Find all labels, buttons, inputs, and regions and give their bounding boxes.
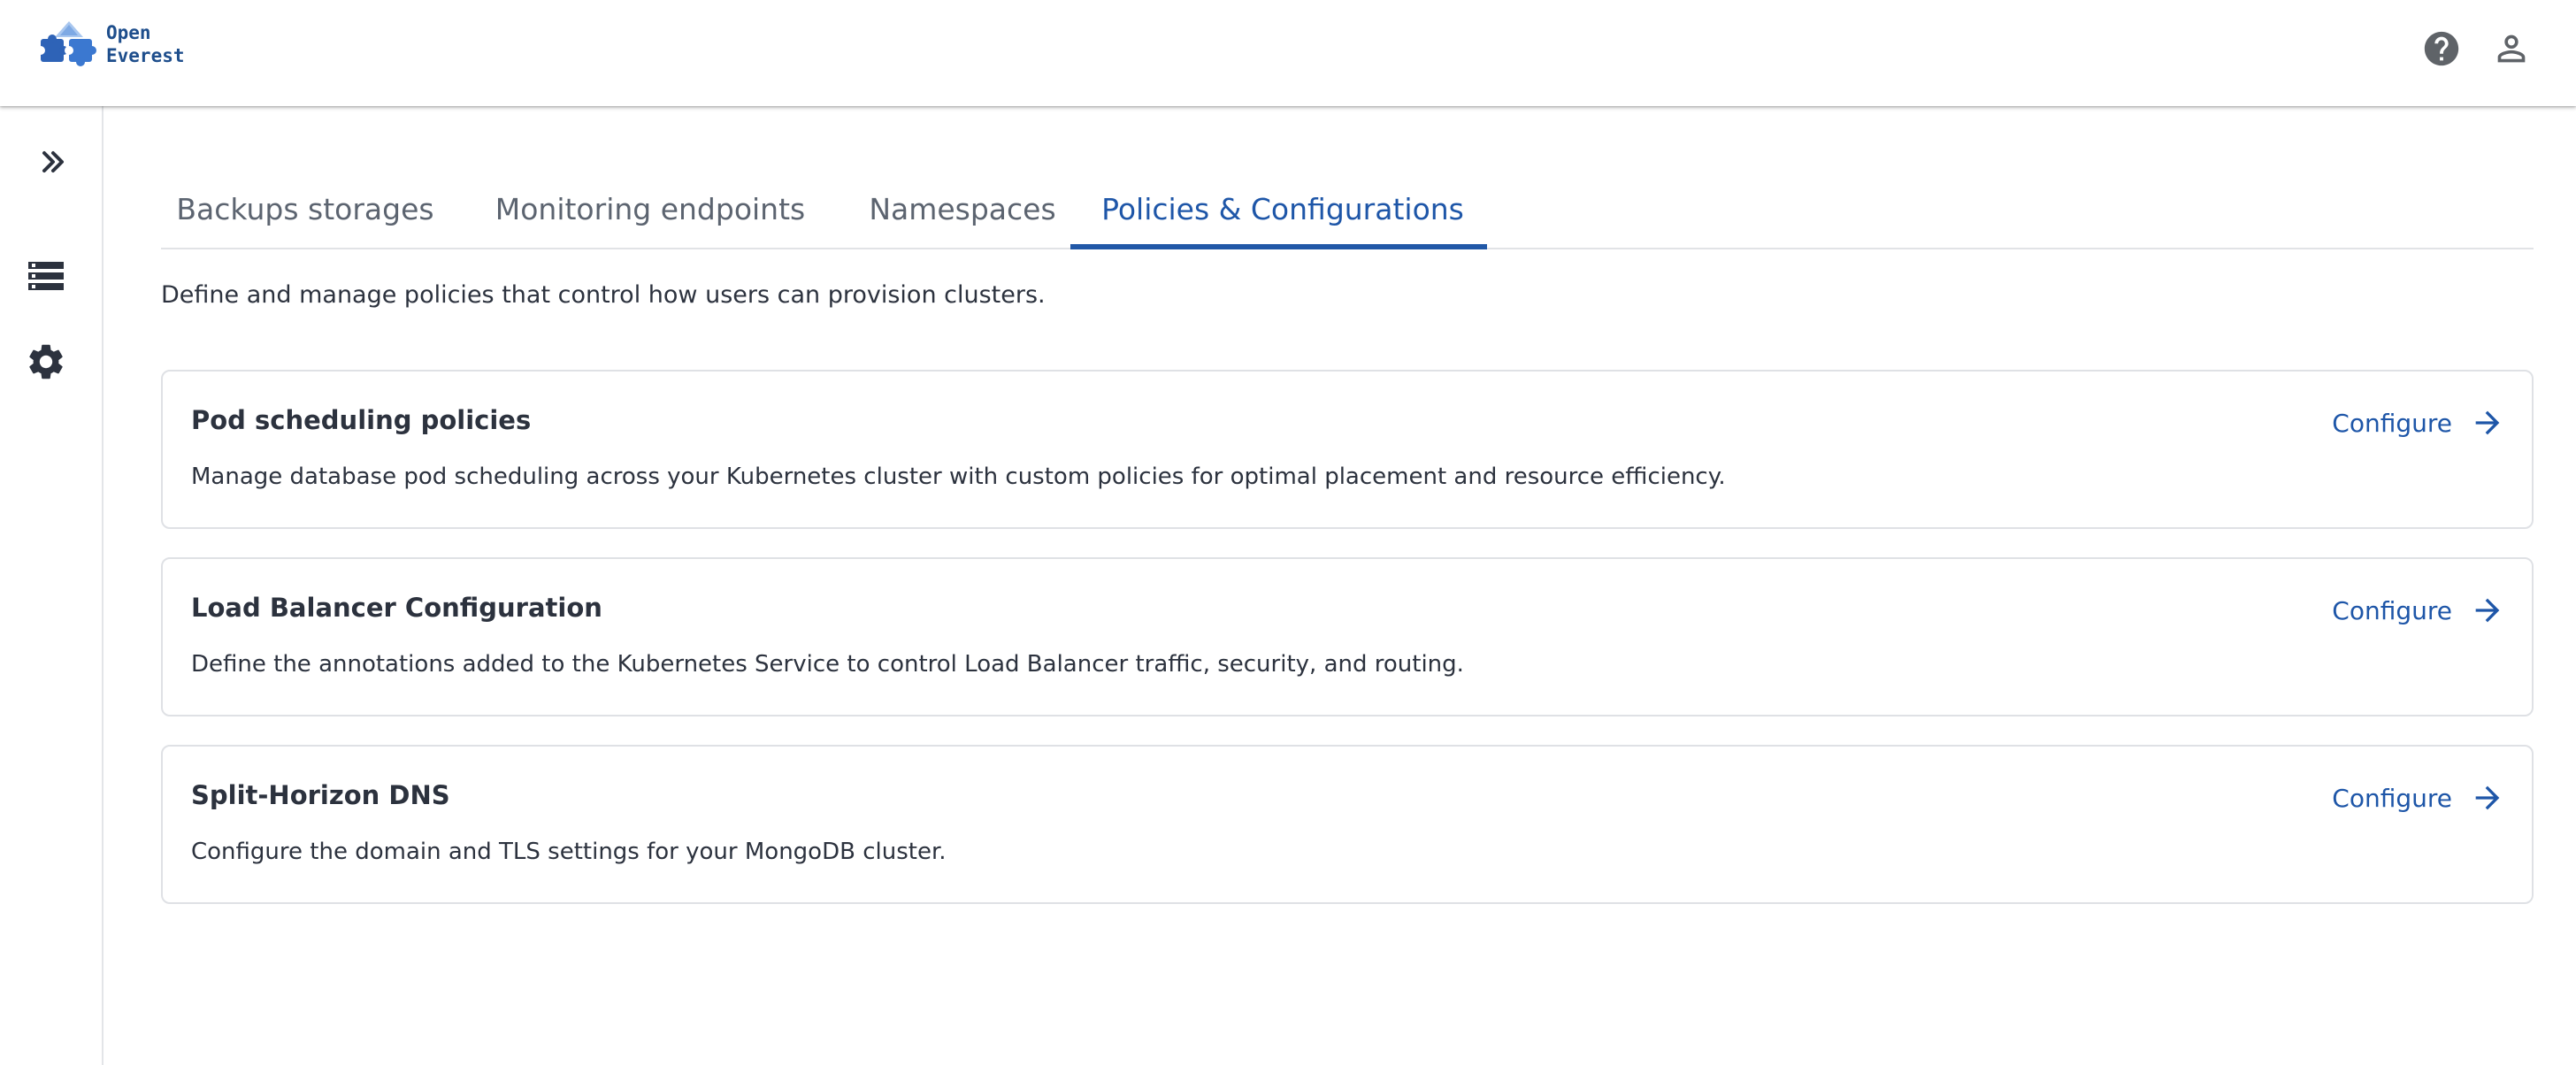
arrow-right-icon [2470,405,2505,441]
card-title: Load Balancer Configuration [191,593,602,623]
brand-name: Open Everest [106,21,185,67]
database-storage-icon [25,255,67,297]
arrow-right-icon [2470,593,2505,628]
brand-logo[interactable]: Open Everest [37,19,185,69]
brand-name-line2: Everest [106,45,185,66]
help-button[interactable] [2419,27,2464,71]
settings-tabs: Backups storages Monitoring endpoints Na… [161,168,2534,249]
configure-label: Configure [2332,408,2452,438]
active-tab-indicator [1070,244,1487,249]
sidebar-expand-button[interactable] [27,135,80,188]
card-description: Configure the domain and TLS settings fo… [191,839,947,865]
policy-card-split-horizon-dns: Split-Horizon DNS Configure the domain a… [161,745,2534,904]
sidebar-item-databases[interactable] [19,249,73,303]
configure-load-balancer-button[interactable]: Configure [2332,589,2505,632]
configure-label: Configure [2332,783,2452,813]
gear-icon [25,341,67,383]
configure-split-horizon-dns-button[interactable]: Configure [2332,777,2505,819]
top-app-bar: Open Everest [0,0,2576,106]
configure-label: Configure [2332,595,2452,625]
card-description: Define the annotations added to the Kube… [191,651,1464,678]
policy-card-pod-scheduling: Pod scheduling policies Manage database … [161,370,2534,529]
card-description: Manage database pod scheduling across yo… [191,464,1726,490]
tab-monitoring-endpoints[interactable]: Monitoring endpoints [449,168,851,249]
person-icon [2491,28,2532,69]
sidebar [0,106,104,1065]
brand-name-line1: Open [106,22,151,43]
arrow-right-icon [2470,780,2505,816]
tab-namespaces[interactable]: Namespaces [851,168,1074,249]
double-chevron-right-icon [35,144,71,180]
sidebar-item-settings[interactable] [19,335,73,388]
tab-backup-storages[interactable]: Backups storages [161,168,449,249]
card-title: Pod scheduling policies [191,405,532,435]
puzzle-mountain-logo-icon [37,19,101,69]
help-circle-icon [2421,28,2462,69]
policy-card-load-balancer: Load Balancer Configuration Define the a… [161,557,2534,716]
configure-pod-scheduling-button[interactable]: Configure [2332,402,2505,444]
page-description: Define and manage policies that control … [161,281,1046,309]
tab-policies-configurations[interactable]: Policies & Configurations [1074,168,1491,249]
card-title: Split-Horizon DNS [191,780,450,810]
user-menu-button[interactable] [2489,27,2534,71]
